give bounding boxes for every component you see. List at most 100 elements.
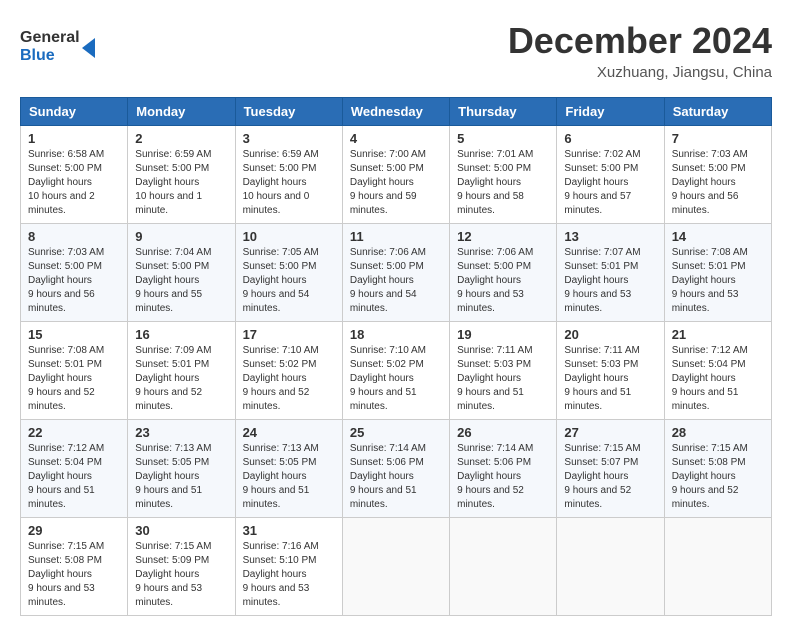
daylight-value: 9 hours and 53 minutes. bbox=[564, 289, 631, 314]
sunset-label: Sunset: 5:10 PM bbox=[243, 555, 317, 566]
calendar-cell: 15 Sunrise: 7:08 AM Sunset: 5:01 PM Dayl… bbox=[21, 322, 128, 420]
daylight-label: Daylight hours bbox=[28, 177, 92, 188]
calendar-header-row: Sunday Monday Tuesday Wednesday Thursday… bbox=[21, 98, 772, 126]
col-friday: Friday bbox=[557, 98, 664, 126]
daylight-label: Daylight hours bbox=[135, 471, 199, 482]
sunrise-label: Sunrise: 7:11 AM bbox=[564, 345, 639, 356]
daylight-value: 9 hours and 54 minutes. bbox=[350, 289, 417, 314]
sunset-label: Sunset: 5:00 PM bbox=[28, 163, 102, 174]
sunset-label: Sunset: 5:05 PM bbox=[135, 457, 209, 468]
day-number: 6 bbox=[564, 131, 656, 146]
sunset-label: Sunset: 5:00 PM bbox=[243, 261, 317, 272]
sunrise-label: Sunrise: 7:03 AM bbox=[672, 149, 748, 160]
sunset-label: Sunset: 5:00 PM bbox=[457, 261, 531, 272]
sunset-label: Sunset: 5:01 PM bbox=[28, 359, 102, 370]
calendar-cell: 18 Sunrise: 7:10 AM Sunset: 5:02 PM Dayl… bbox=[342, 322, 449, 420]
daylight-label: Daylight hours bbox=[350, 177, 414, 188]
sunrise-label: Sunrise: 7:06 AM bbox=[457, 247, 533, 258]
day-info: Sunrise: 7:10 AM Sunset: 5:02 PM Dayligh… bbox=[350, 344, 442, 414]
sunrise-label: Sunrise: 7:13 AM bbox=[243, 443, 319, 454]
day-info: Sunrise: 7:13 AM Sunset: 5:05 PM Dayligh… bbox=[243, 442, 335, 512]
calendar-cell: 26 Sunrise: 7:14 AM Sunset: 5:06 PM Dayl… bbox=[450, 420, 557, 518]
sunrise-label: Sunrise: 7:16 AM bbox=[243, 541, 319, 552]
daylight-value: 10 hours and 2 minutes. bbox=[28, 191, 95, 216]
day-info: Sunrise: 7:15 AM Sunset: 5:08 PM Dayligh… bbox=[672, 442, 764, 512]
calendar-cell: 16 Sunrise: 7:09 AM Sunset: 5:01 PM Dayl… bbox=[128, 322, 235, 420]
sunrise-label: Sunrise: 7:14 AM bbox=[350, 443, 426, 454]
calendar-cell: 13 Sunrise: 7:07 AM Sunset: 5:01 PM Dayl… bbox=[557, 224, 664, 322]
day-info: Sunrise: 6:59 AM Sunset: 5:00 PM Dayligh… bbox=[135, 148, 227, 218]
sunrise-label: Sunrise: 7:00 AM bbox=[350, 149, 426, 160]
daylight-label: Daylight hours bbox=[564, 275, 628, 286]
day-number: 1 bbox=[28, 131, 120, 146]
day-info: Sunrise: 7:07 AM Sunset: 5:01 PM Dayligh… bbox=[564, 246, 656, 316]
calendar-cell: 25 Sunrise: 7:14 AM Sunset: 5:06 PM Dayl… bbox=[342, 420, 449, 518]
sunrise-label: Sunrise: 7:15 AM bbox=[135, 541, 211, 552]
daylight-label: Daylight hours bbox=[350, 275, 414, 286]
sunrise-label: Sunrise: 6:59 AM bbox=[135, 149, 211, 160]
day-number: 19 bbox=[457, 327, 549, 342]
daylight-label: Daylight hours bbox=[243, 373, 307, 384]
calendar-cell: 22 Sunrise: 7:12 AM Sunset: 5:04 PM Dayl… bbox=[21, 420, 128, 518]
day-number: 17 bbox=[243, 327, 335, 342]
calendar-cell bbox=[342, 518, 449, 616]
day-info: Sunrise: 7:01 AM Sunset: 5:00 PM Dayligh… bbox=[457, 148, 549, 218]
day-number: 5 bbox=[457, 131, 549, 146]
calendar-cell: 1 Sunrise: 6:58 AM Sunset: 5:00 PM Dayli… bbox=[21, 126, 128, 224]
day-number: 24 bbox=[243, 425, 335, 440]
daylight-value: 9 hours and 52 minutes. bbox=[135, 387, 202, 412]
daylight-value: 9 hours and 52 minutes. bbox=[672, 485, 739, 510]
location: Xuzhuang, Jiangsu, China bbox=[508, 64, 772, 81]
daylight-label: Daylight hours bbox=[135, 569, 199, 580]
daylight-value: 9 hours and 52 minutes. bbox=[243, 387, 310, 412]
sunrise-label: Sunrise: 7:02 AM bbox=[564, 149, 640, 160]
daylight-value: 10 hours and 1 minute. bbox=[135, 191, 202, 216]
calendar-cell: 5 Sunrise: 7:01 AM Sunset: 5:00 PM Dayli… bbox=[450, 126, 557, 224]
day-number: 9 bbox=[135, 229, 227, 244]
title-block: December 2024 Xuzhuang, Jiangsu, China bbox=[508, 20, 772, 81]
calendar-cell: 7 Sunrise: 7:03 AM Sunset: 5:00 PM Dayli… bbox=[664, 126, 771, 224]
col-tuesday: Tuesday bbox=[235, 98, 342, 126]
day-number: 8 bbox=[28, 229, 120, 244]
daylight-label: Daylight hours bbox=[28, 569, 92, 580]
sunrise-label: Sunrise: 7:15 AM bbox=[564, 443, 640, 454]
sunset-label: Sunset: 5:08 PM bbox=[672, 457, 746, 468]
day-info: Sunrise: 7:11 AM Sunset: 5:03 PM Dayligh… bbox=[564, 344, 656, 414]
daylight-value: 9 hours and 51 minutes. bbox=[672, 387, 739, 412]
daylight-value: 9 hours and 53 minutes. bbox=[135, 583, 202, 608]
calendar-cell bbox=[557, 518, 664, 616]
daylight-value: 9 hours and 53 minutes. bbox=[243, 583, 310, 608]
daylight-label: Daylight hours bbox=[135, 177, 199, 188]
daylight-label: Daylight hours bbox=[672, 471, 736, 482]
daylight-label: Daylight hours bbox=[28, 471, 92, 482]
calendar-cell: 29 Sunrise: 7:15 AM Sunset: 5:08 PM Dayl… bbox=[21, 518, 128, 616]
daylight-value: 9 hours and 51 minutes. bbox=[457, 387, 524, 412]
sunset-label: Sunset: 5:07 PM bbox=[564, 457, 638, 468]
day-info: Sunrise: 7:04 AM Sunset: 5:00 PM Dayligh… bbox=[135, 246, 227, 316]
day-info: Sunrise: 7:15 AM Sunset: 5:07 PM Dayligh… bbox=[564, 442, 656, 512]
sunrise-label: Sunrise: 7:08 AM bbox=[28, 345, 104, 356]
sunset-label: Sunset: 5:00 PM bbox=[350, 261, 424, 272]
daylight-value: 9 hours and 57 minutes. bbox=[564, 191, 631, 216]
day-info: Sunrise: 7:08 AM Sunset: 5:01 PM Dayligh… bbox=[28, 344, 120, 414]
calendar-cell: 28 Sunrise: 7:15 AM Sunset: 5:08 PM Dayl… bbox=[664, 420, 771, 518]
day-number: 27 bbox=[564, 425, 656, 440]
day-number: 4 bbox=[350, 131, 442, 146]
daylight-value: 9 hours and 56 minutes. bbox=[672, 191, 739, 216]
sunset-label: Sunset: 5:00 PM bbox=[457, 163, 531, 174]
day-number: 14 bbox=[672, 229, 764, 244]
day-info: Sunrise: 7:10 AM Sunset: 5:02 PM Dayligh… bbox=[243, 344, 335, 414]
day-number: 26 bbox=[457, 425, 549, 440]
logo-icon: General Blue bbox=[20, 20, 100, 70]
sunset-label: Sunset: 5:00 PM bbox=[564, 163, 638, 174]
daylight-value: 9 hours and 51 minutes. bbox=[350, 387, 417, 412]
calendar-cell: 9 Sunrise: 7:04 AM Sunset: 5:00 PM Dayli… bbox=[128, 224, 235, 322]
day-info: Sunrise: 7:00 AM Sunset: 5:00 PM Dayligh… bbox=[350, 148, 442, 218]
day-number: 28 bbox=[672, 425, 764, 440]
day-number: 2 bbox=[135, 131, 227, 146]
day-number: 15 bbox=[28, 327, 120, 342]
calendar-cell: 8 Sunrise: 7:03 AM Sunset: 5:00 PM Dayli… bbox=[21, 224, 128, 322]
calendar-cell: 31 Sunrise: 7:16 AM Sunset: 5:10 PM Dayl… bbox=[235, 518, 342, 616]
sunset-label: Sunset: 5:03 PM bbox=[564, 359, 638, 370]
day-info: Sunrise: 7:15 AM Sunset: 5:08 PM Dayligh… bbox=[28, 540, 120, 610]
